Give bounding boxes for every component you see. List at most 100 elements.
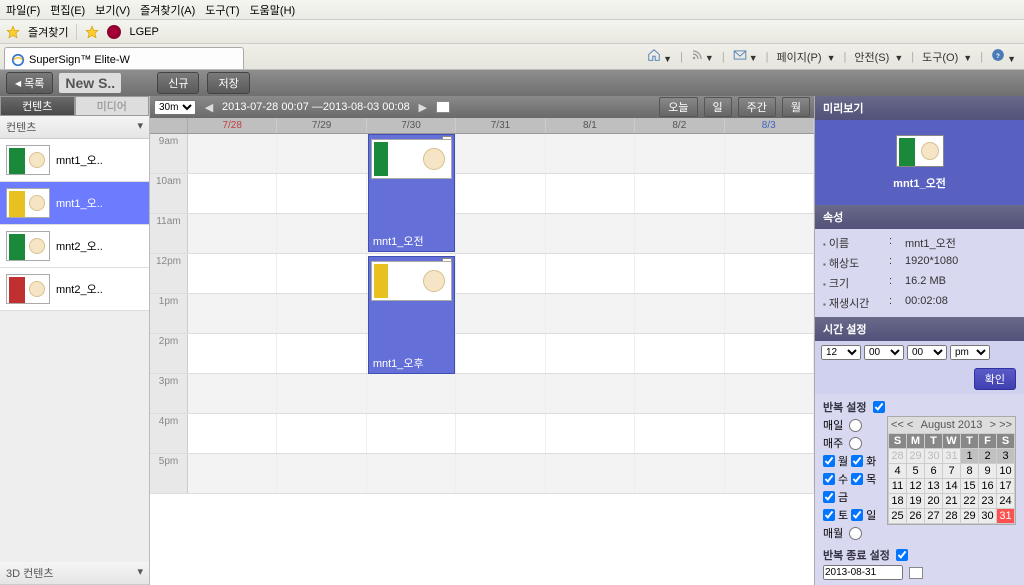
calendar-cell[interactable] bbox=[277, 374, 366, 413]
calendar-day[interactable]: 17 bbox=[997, 479, 1015, 494]
day-view-button[interactable]: 일 bbox=[704, 97, 732, 117]
star-icon[interactable] bbox=[6, 25, 20, 39]
calendar-cell[interactable] bbox=[635, 214, 724, 253]
calendar-day[interactable]: 8 bbox=[961, 464, 979, 479]
calendar-day[interactable]: 20 bbox=[925, 494, 943, 509]
calendar-day[interactable]: 26 bbox=[907, 509, 925, 524]
dow-tue-checkbox[interactable] bbox=[851, 455, 863, 467]
calendar-day[interactable]: 31 bbox=[943, 449, 961, 464]
calendar-day[interactable]: 6 bbox=[925, 464, 943, 479]
calendar-cell[interactable] bbox=[188, 294, 277, 333]
calendar-cell[interactable] bbox=[456, 134, 545, 173]
dow-mon-checkbox[interactable] bbox=[823, 455, 835, 467]
month-view-button[interactable]: 월 bbox=[782, 97, 810, 117]
calendar-cell[interactable] bbox=[725, 134, 814, 173]
calendar-day[interactable]: 19 bbox=[907, 494, 925, 509]
calendar-day[interactable]: 3 bbox=[997, 449, 1015, 464]
calendar-picker-icon[interactable] bbox=[909, 567, 923, 579]
calendar-cell[interactable] bbox=[367, 374, 456, 413]
calendar-cell[interactable] bbox=[725, 294, 814, 333]
calendar-cell[interactable] bbox=[546, 214, 635, 253]
calendar-cell[interactable] bbox=[277, 414, 366, 453]
repeat-end-checkbox[interactable] bbox=[896, 549, 908, 561]
tool-safety[interactable]: 안전(S) ▼ bbox=[854, 49, 903, 65]
calendar-cell[interactable] bbox=[277, 294, 366, 333]
tool-tools[interactable]: 도구(O) ▼ bbox=[922, 49, 972, 65]
calendar-day[interactable]: 13 bbox=[925, 479, 943, 494]
calendar-cell[interactable] bbox=[456, 334, 545, 373]
calendar-day[interactable]: 24 bbox=[997, 494, 1015, 509]
calendar-cell[interactable] bbox=[277, 174, 366, 213]
browser-tab[interactable]: SuperSign™ Elite-W bbox=[4, 47, 244, 69]
calendar-cell[interactable] bbox=[188, 374, 277, 413]
repeat-weekly-radio[interactable] bbox=[849, 437, 862, 450]
calendar-cell[interactable] bbox=[367, 454, 456, 493]
calendar-cell[interactable] bbox=[725, 454, 814, 493]
calendar-day[interactable]: 29 bbox=[961, 509, 979, 524]
prev-arrow-icon[interactable]: ◀ bbox=[202, 101, 216, 114]
calendar-day[interactable]: 10 bbox=[997, 464, 1015, 479]
menu-edit[interactable]: 편집(E) bbox=[50, 2, 85, 18]
calendar-cell[interactable] bbox=[188, 174, 277, 213]
bookmark-lgep[interactable]: LGEP bbox=[129, 26, 158, 38]
calendar-cell[interactable] bbox=[456, 254, 545, 293]
section-3d-contents[interactable]: 3D 컨텐츠▾ bbox=[0, 562, 149, 585]
calendar-cell[interactable] bbox=[277, 334, 366, 373]
zoom-select[interactable]: 30m bbox=[154, 100, 196, 115]
calendar-cell[interactable] bbox=[188, 254, 277, 293]
calendar-day[interactable]: 25 bbox=[889, 509, 907, 524]
calendar-cell[interactable] bbox=[456, 174, 545, 213]
calendar-day[interactable]: 1 bbox=[961, 449, 979, 464]
calendar-cell[interactable] bbox=[635, 254, 724, 293]
mini-calendar[interactable]: << < August 2013 > >> SMTWTFS28293031123… bbox=[887, 416, 1016, 525]
new-button[interactable]: 신규 bbox=[157, 72, 199, 94]
calendar-cell[interactable] bbox=[367, 414, 456, 453]
calendar-day[interactable]: 7 bbox=[943, 464, 961, 479]
calendar-cell[interactable] bbox=[725, 374, 814, 413]
tab-media[interactable]: 미디어 bbox=[75, 96, 150, 116]
minute-select[interactable]: 00 bbox=[864, 345, 904, 360]
calendar-cell[interactable] bbox=[546, 174, 635, 213]
calendar-cell[interactable] bbox=[635, 454, 724, 493]
dow-thu-checkbox[interactable] bbox=[851, 473, 863, 485]
calendar-day[interactable]: 5 bbox=[907, 464, 925, 479]
menu-view[interactable]: 보기(V) bbox=[95, 2, 130, 18]
confirm-button[interactable]: 확인 bbox=[974, 368, 1016, 390]
calendar-cell[interactable] bbox=[188, 454, 277, 493]
calendar-day[interactable]: 27 bbox=[925, 509, 943, 524]
dow-wed-checkbox[interactable] bbox=[823, 473, 835, 485]
help-icon[interactable]: ?▼ bbox=[991, 48, 1016, 65]
content-item[interactable]: mnt2_오.. bbox=[0, 268, 149, 311]
calendar-day[interactable]: 16 bbox=[979, 479, 997, 494]
menu-help[interactable]: 도움말(H) bbox=[250, 2, 296, 18]
calendar-day[interactable]: 31 bbox=[997, 509, 1015, 524]
calendar-cell[interactable] bbox=[456, 454, 545, 493]
calendar-cell[interactable] bbox=[546, 294, 635, 333]
cal-next-icon[interactable]: > >> bbox=[990, 419, 1012, 431]
calendar-grid[interactable]: 9am10am11am12pm1pm2pm3pm4pm5pm ≡ × mnt1_… bbox=[150, 134, 814, 585]
home-icon[interactable]: ▼ bbox=[647, 48, 672, 65]
calendar-day[interactable]: 30 bbox=[979, 509, 997, 524]
dow-sun-checkbox[interactable] bbox=[851, 509, 863, 521]
dow-sat-checkbox[interactable] bbox=[823, 509, 835, 521]
menu-favorites[interactable]: 즐겨찾기(A) bbox=[140, 2, 195, 18]
calendar-cell[interactable] bbox=[546, 454, 635, 493]
calendar-cell[interactable] bbox=[546, 254, 635, 293]
repeat-daily-radio[interactable] bbox=[849, 419, 862, 432]
calendar-cell[interactable] bbox=[546, 374, 635, 413]
calendar-cell[interactable] bbox=[725, 174, 814, 213]
bookmark-favorites[interactable]: 즐겨찾기 bbox=[28, 24, 68, 40]
calendar-cell[interactable] bbox=[725, 414, 814, 453]
calendar-cell[interactable] bbox=[277, 134, 366, 173]
calendar-icon[interactable] bbox=[436, 101, 450, 113]
calendar-cell[interactable] bbox=[635, 334, 724, 373]
calendar-cell[interactable] bbox=[277, 454, 366, 493]
calendar-cell[interactable] bbox=[725, 214, 814, 253]
hour-select[interactable]: 12 bbox=[821, 345, 861, 360]
calendar-cell[interactable] bbox=[188, 334, 277, 373]
week-view-button[interactable]: 주간 bbox=[738, 97, 776, 117]
second-select[interactable]: 00 bbox=[907, 345, 947, 360]
today-button[interactable]: 오늘 bbox=[659, 97, 697, 117]
calendar-day[interactable]: 15 bbox=[961, 479, 979, 494]
calendar-cell[interactable] bbox=[456, 294, 545, 333]
